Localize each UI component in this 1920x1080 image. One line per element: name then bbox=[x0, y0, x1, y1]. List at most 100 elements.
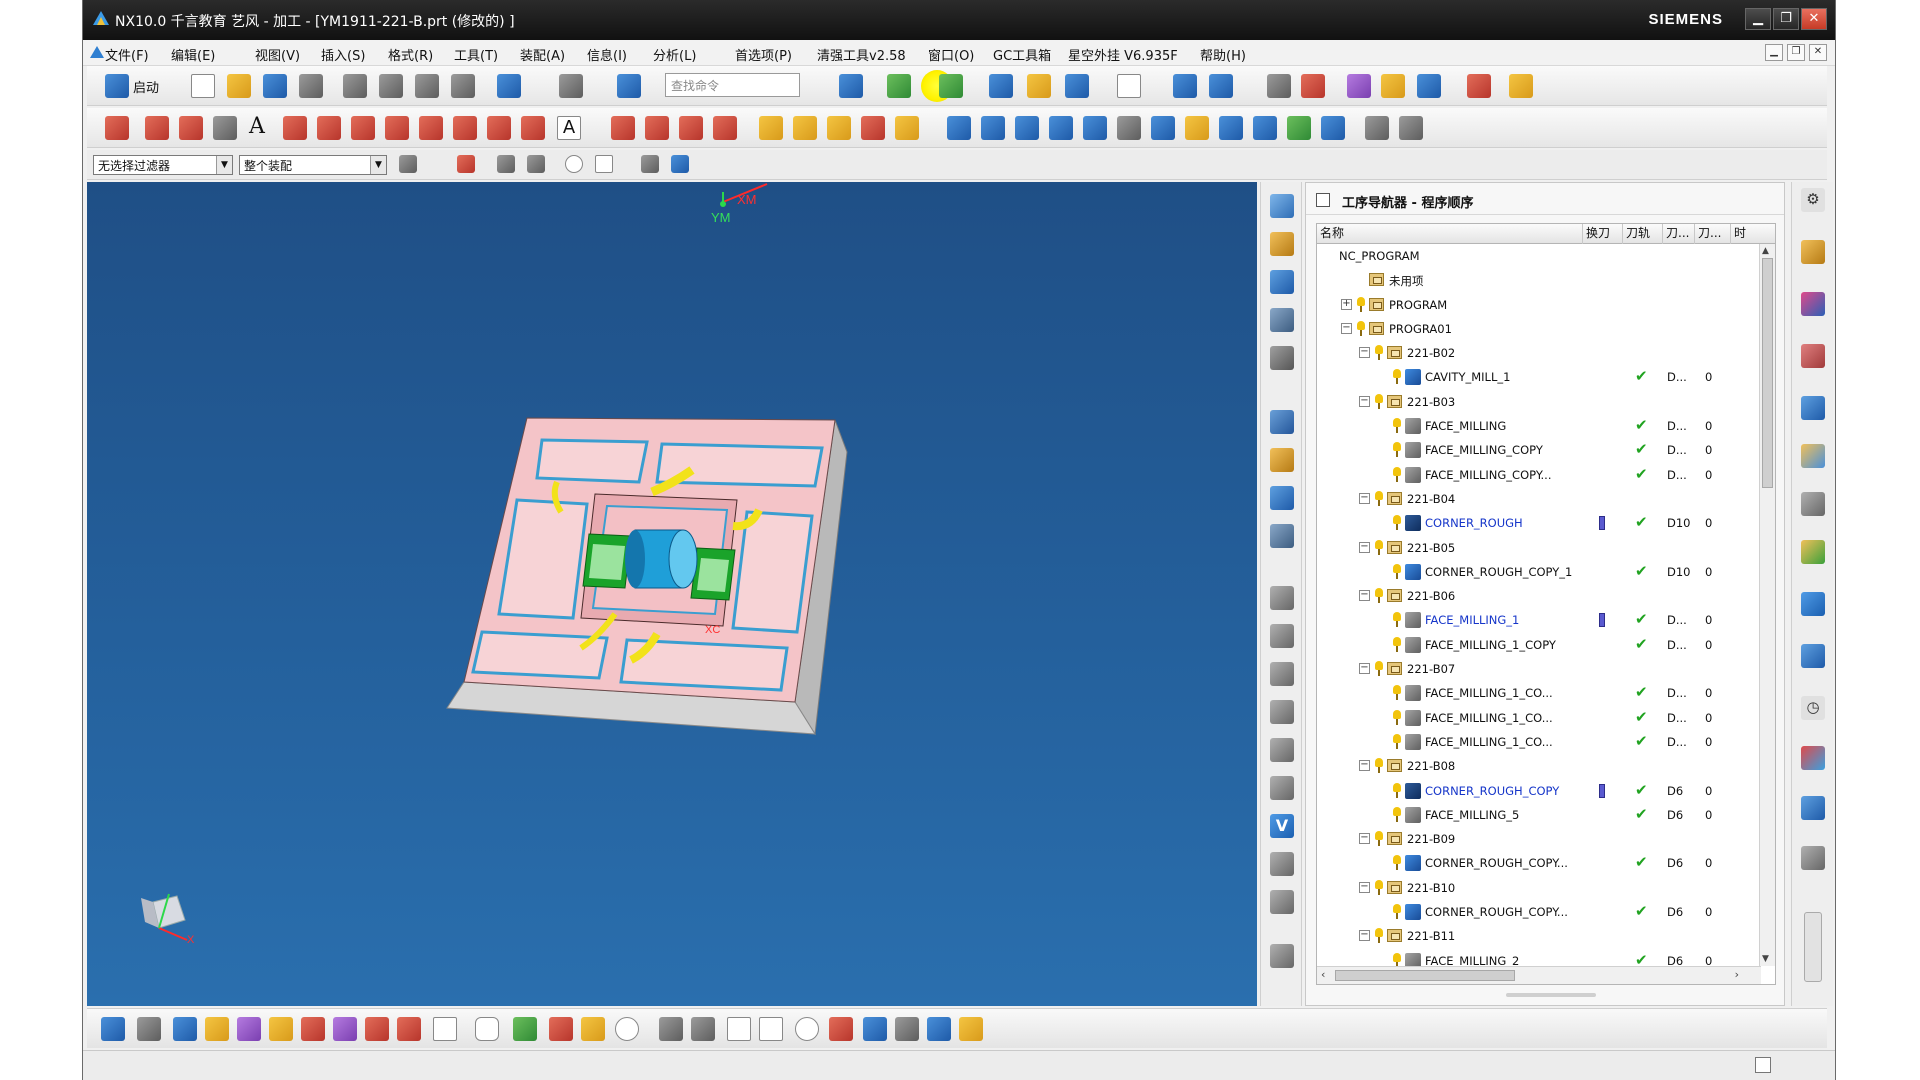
resource-icon-13[interactable] bbox=[1270, 700, 1294, 724]
operation-navigator-icon[interactable] bbox=[1801, 396, 1825, 420]
menu-insert[interactable]: 插入(S) bbox=[321, 45, 365, 64]
annotation-icon[interactable]: A bbox=[557, 116, 581, 140]
menu-edit[interactable]: 编辑(E) bbox=[171, 45, 215, 64]
spline-icon[interactable] bbox=[829, 1017, 853, 1041]
vertical-scroll-thumb[interactable] bbox=[1762, 258, 1773, 488]
generate-toolpath-icon[interactable] bbox=[1083, 116, 1107, 140]
tree-row[interactable]: − 221-B09 bbox=[1317, 827, 1760, 851]
replay-toolpath-icon[interactable] bbox=[1117, 116, 1141, 140]
collapse-minus-icon[interactable]: − bbox=[1359, 663, 1370, 675]
machine-tool-view-icon[interactable] bbox=[981, 116, 1005, 140]
collapse-minus-icon[interactable]: − bbox=[1359, 881, 1370, 893]
reuse-library-icon[interactable] bbox=[1801, 492, 1825, 516]
history-clock-icon[interactable]: ◷ bbox=[1801, 696, 1825, 720]
wcs-icon[interactable] bbox=[1065, 74, 1089, 98]
collapse-minus-icon[interactable]: − bbox=[1359, 590, 1370, 602]
datum-csys-icon[interactable] bbox=[205, 1017, 229, 1041]
info-window-icon[interactable] bbox=[1801, 592, 1825, 616]
tree-row[interactable]: 未用项 bbox=[1317, 268, 1760, 292]
eraser-icon[interactable] bbox=[301, 1017, 325, 1041]
maximize-button[interactable]: ❐ bbox=[1773, 8, 1799, 30]
mirror-curve-icon[interactable] bbox=[521, 116, 545, 140]
column-toolpath[interactable]: 刀轨 bbox=[1623, 224, 1663, 244]
resource-icon-7[interactable] bbox=[1270, 448, 1294, 472]
tree-row[interactable]: − 221-B10 bbox=[1317, 876, 1760, 900]
polyline-icon[interactable] bbox=[145, 116, 169, 140]
collapse-minus-icon[interactable]: − bbox=[1359, 833, 1370, 845]
background-icon[interactable] bbox=[1117, 74, 1141, 98]
move-object-icon[interactable] bbox=[1173, 74, 1197, 98]
resource-icon-9[interactable] bbox=[1270, 524, 1294, 548]
collapse-minus-icon[interactable]: − bbox=[1359, 541, 1370, 553]
tree-row[interactable]: − 221-B02 bbox=[1317, 341, 1760, 365]
tree-row[interactable]: FACE_MILLING_1 ✔ D... 0 bbox=[1317, 608, 1760, 632]
point-icon[interactable] bbox=[513, 1017, 537, 1041]
part-navigator-icon[interactable] bbox=[1801, 240, 1825, 264]
expand-plus-icon[interactable]: + bbox=[1341, 298, 1352, 310]
menu-qingqiang-tools[interactable]: 清强工具v2.58 bbox=[817, 45, 906, 64]
collapse-minus-icon[interactable]: − bbox=[1359, 395, 1370, 407]
column-time[interactable]: 时 bbox=[1731, 224, 1775, 244]
show-hide-icon[interactable] bbox=[641, 155, 659, 173]
box-select-icon[interactable] bbox=[595, 155, 613, 173]
shop-doc-icon[interactable] bbox=[1219, 116, 1243, 140]
menu-assembly[interactable]: 装配(A) bbox=[520, 45, 565, 64]
shaded-view-icon[interactable] bbox=[939, 74, 963, 98]
split-curve-icon[interactable] bbox=[645, 116, 669, 140]
output-cls-icon[interactable] bbox=[1253, 116, 1277, 140]
menu-xingkong-plugin[interactable]: 星空外挂 V6.935F bbox=[1068, 45, 1178, 64]
tree-row[interactable]: − 221-B05 bbox=[1317, 536, 1760, 560]
resource-bar-scroller[interactable] bbox=[1804, 912, 1822, 982]
assembly-nav-icon[interactable] bbox=[1417, 74, 1441, 98]
resource-icon-12[interactable] bbox=[1270, 662, 1294, 686]
show-toolpath-icon[interactable] bbox=[759, 1017, 783, 1041]
column-tool[interactable]: 刀... bbox=[1663, 224, 1695, 244]
show-3d-icon[interactable] bbox=[727, 1017, 751, 1041]
curve-edit-icon[interactable] bbox=[549, 1017, 573, 1041]
resource-icon-17[interactable] bbox=[1270, 852, 1294, 876]
selection-filter-select[interactable]: 无选择过滤器 ▼ bbox=[93, 155, 233, 175]
collapse-minus-icon[interactable]: − bbox=[1359, 930, 1370, 942]
navigator-tree[interactable]: 名称 换刀 刀轨 刀... 刀... 时 NC_PROGRAM 未用项 + PROGR… bbox=[1316, 223, 1776, 985]
ruler-icon[interactable] bbox=[1509, 74, 1533, 98]
resource-icon-14[interactable] bbox=[1270, 738, 1294, 762]
menu-file[interactable]: 文件(F) bbox=[105, 45, 149, 64]
minimize-button[interactable]: ▁ bbox=[1745, 8, 1771, 30]
menu-tools[interactable]: 工具(T) bbox=[454, 45, 498, 64]
helix-icon[interactable] bbox=[213, 116, 237, 140]
create-method-icon[interactable] bbox=[861, 116, 885, 140]
menu-analysis[interactable]: 分析(L) bbox=[653, 45, 696, 64]
create-operation-icon[interactable] bbox=[895, 116, 919, 140]
save-icon[interactable] bbox=[263, 74, 287, 98]
resource-icon-8[interactable] bbox=[1270, 486, 1294, 510]
cut-icon[interactable] bbox=[343, 74, 367, 98]
color-map-icon[interactable] bbox=[959, 1017, 983, 1041]
snap-endpoint-icon[interactable] bbox=[497, 155, 515, 173]
text-tool-icon[interactable]: A bbox=[249, 114, 265, 139]
tree-row[interactable]: − 221-B07 bbox=[1317, 657, 1760, 681]
extrude-icon[interactable] bbox=[397, 1017, 421, 1041]
rotate-object-icon[interactable] bbox=[1209, 74, 1233, 98]
tree-row[interactable]: NC_PROGRAM bbox=[1317, 244, 1760, 268]
palette-icon[interactable] bbox=[1801, 540, 1825, 564]
command-search-input[interactable]: 查找命令 bbox=[665, 73, 800, 97]
resource-icon-3[interactable] bbox=[1270, 270, 1294, 294]
extend-curve-icon[interactable] bbox=[713, 116, 737, 140]
intersect-curve-icon[interactable] bbox=[385, 116, 409, 140]
analysis-icon[interactable] bbox=[1381, 74, 1405, 98]
resource-icon-2[interactable] bbox=[1270, 232, 1294, 256]
view-cube-icon[interactable] bbox=[671, 155, 689, 173]
line-icon[interactable] bbox=[105, 116, 129, 140]
gear-icon[interactable]: ⚙ bbox=[1801, 188, 1825, 212]
verify-toolpath-icon[interactable] bbox=[1151, 116, 1175, 140]
extract-curve-icon[interactable] bbox=[419, 116, 443, 140]
method-view-icon[interactable] bbox=[1049, 116, 1073, 140]
view-layout-icon[interactable] bbox=[863, 1017, 887, 1041]
menu-format[interactable]: 格式(R) bbox=[388, 45, 433, 64]
resource-icon-5[interactable] bbox=[1270, 346, 1294, 370]
measure-distance-icon[interactable] bbox=[269, 1017, 293, 1041]
menu-preferences[interactable]: 首选项(P) bbox=[735, 45, 792, 64]
assembly-navigator-icon[interactable] bbox=[1801, 292, 1825, 316]
postprocess-icon[interactable] bbox=[1185, 116, 1209, 140]
geometry-view-icon[interactable] bbox=[1015, 116, 1039, 140]
